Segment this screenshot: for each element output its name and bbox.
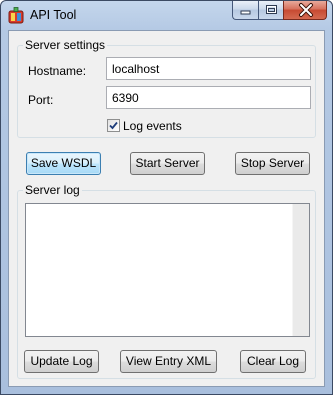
view-entry-xml-button[interactable]: View Entry XML: [120, 350, 217, 373]
port-field[interactable]: [106, 86, 311, 109]
log-events-label[interactable]: Log events: [123, 119, 182, 133]
log-scrollbar[interactable]: [292, 204, 309, 336]
close-button[interactable]: [283, 1, 327, 20]
minimize-button[interactable]: [232, 1, 258, 20]
server-log-list[interactable]: [25, 203, 310, 337]
clear-log-button[interactable]: Clear Log: [240, 350, 306, 373]
start-server-button[interactable]: Start Server: [130, 152, 205, 175]
caption-buttons: [232, 1, 327, 20]
minimize-icon: [240, 10, 251, 15]
save-wsdl-button[interactable]: Save WSDL: [26, 152, 101, 175]
title-bar[interactable]: API Tool: [1, 1, 332, 30]
window-title: API Tool: [30, 8, 77, 22]
log-events-checkbox[interactable]: [107, 119, 120, 132]
app-icon[interactable]: [8, 7, 24, 24]
maximize-button[interactable]: [258, 1, 283, 20]
server-settings-title: Server settings: [23, 38, 108, 52]
hostname-field[interactable]: [106, 57, 311, 80]
stop-server-button[interactable]: Stop Server: [235, 152, 310, 175]
port-label: Port:: [28, 93, 54, 107]
server-log-title: Server log: [23, 183, 82, 197]
app-window: API Tool Server settings Hostname: local…: [0, 0, 333, 395]
hostname-label: Hostname:: [28, 64, 87, 78]
close-icon: [299, 3, 313, 17]
client-area: Server settings Hostname: Port: Log even…: [8, 30, 325, 387]
update-log-button[interactable]: Update Log: [24, 350, 99, 373]
checkmark-icon: [109, 121, 118, 130]
maximize-icon: [266, 5, 277, 14]
